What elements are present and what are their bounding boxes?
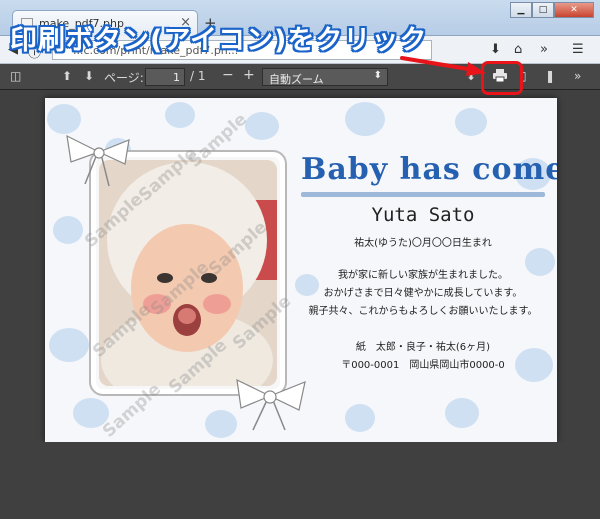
baby-name: Yuta Sato — [371, 204, 475, 226]
flower-pattern — [245, 112, 279, 140]
flower-pattern — [455, 108, 487, 136]
instruction-callout: 印刷ボタン(アイコン)をクリック — [10, 25, 428, 56]
flower-pattern — [73, 398, 109, 428]
download-icon[interactable]: ⬇ — [490, 42, 501, 57]
page-total: / 1 — [190, 69, 206, 83]
baby-illustration — [99, 160, 277, 386]
title-underline — [301, 192, 545, 197]
birth-line: 祐太(ゆうた)〇月〇〇日生まれ — [354, 238, 492, 249]
tools-icon[interactable]: » — [574, 69, 581, 83]
download-pdf-icon[interactable]: ⬇ — [466, 69, 476, 83]
zoom-value: 自動ズーム — [269, 73, 324, 86]
message-line: 我が家に新しい家族が生まれました。 — [338, 270, 508, 281]
message-line: おかげさまで日々健やかに成長しています。 — [323, 288, 523, 299]
home-icon[interactable]: ⌂ — [514, 42, 522, 57]
maximize-button[interactable]: □ — [532, 2, 554, 18]
flower-pattern — [345, 102, 385, 136]
pdf-page: Sample Sample Sample Sample Sample Sampl… — [45, 98, 557, 442]
ribbon-bow-decoration — [66, 134, 130, 187]
bookmark-icon[interactable]: ❚ — [545, 69, 555, 83]
print-button-highlight — [481, 61, 523, 95]
family-names: 紙 太郎・良子・祐太(6ヶ月) — [355, 342, 491, 353]
flower-pattern — [53, 216, 83, 244]
menu-icon[interactable]: ☰ — [572, 42, 584, 57]
message-line: 親子共々、これからもよろしくお願いいたします。 — [308, 306, 538, 317]
close-window-button[interactable]: ✕ — [554, 2, 594, 18]
card-title: Baby has come! — [301, 152, 557, 187]
viewer-background — [0, 442, 600, 519]
flower-pattern — [165, 102, 195, 128]
postal-address: 〒000-0001 岡山県岡山市0000-0 — [341, 360, 505, 371]
chevron-down-icon: ⬍ — [373, 70, 382, 81]
overflow-icon[interactable]: » — [540, 42, 548, 57]
baby-photo — [99, 160, 277, 386]
ribbon-bow-decoration — [236, 378, 306, 431]
sidebar-toggle-icon[interactable]: ◫ — [10, 69, 21, 83]
zoom-in-icon[interactable]: + — [243, 67, 255, 83]
flower-pattern — [445, 398, 479, 428]
next-page-icon[interactable]: ⬇ — [84, 69, 94, 83]
page-label: ページ: — [104, 71, 144, 85]
zoom-select[interactable]: 自動ズーム ⬍ — [262, 68, 388, 86]
window-controls: ▁ □ ✕ — [510, 2, 594, 18]
previous-page-icon[interactable]: ⬆ — [62, 69, 72, 83]
zoom-out-icon[interactable]: − — [222, 67, 234, 83]
minimize-button[interactable]: ▁ — [510, 2, 532, 18]
flower-pattern — [345, 404, 375, 432]
flower-pattern — [49, 328, 89, 362]
page-number-input[interactable] — [145, 68, 185, 86]
pdf-viewer[interactable]: Sample Sample Sample Sample Sample Sampl… — [0, 90, 600, 519]
